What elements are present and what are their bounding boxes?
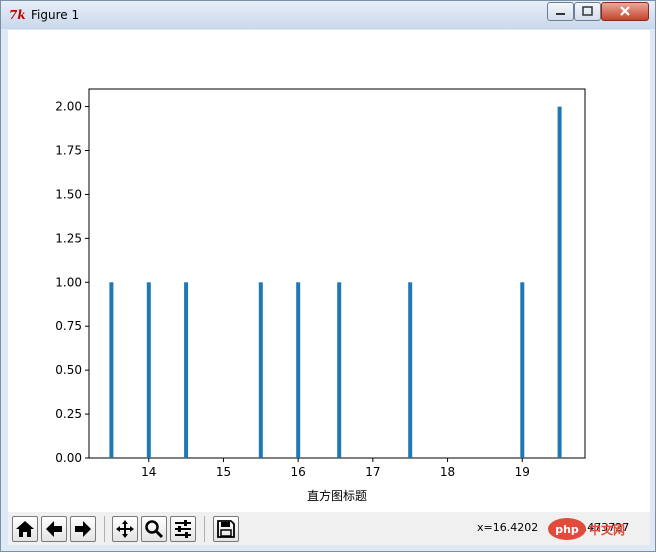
plot-area [88,88,586,459]
arrow-left-icon [46,521,62,537]
x-axis-label: 直方图标题 [307,488,367,503]
y-tick-label: 0.50 [55,363,82,377]
x-tick-label: 17 [365,465,380,479]
configure-subplots-button[interactable] [170,516,196,542]
x-tick-label: 18 [440,465,455,479]
histogram-bar [408,282,413,458]
y-tick-label: 1.25 [55,231,82,245]
window-title: Figure 1 [31,8,80,22]
y-tick-label: 0.25 [55,407,82,421]
pan-button[interactable] [112,516,138,542]
y-tick-label: 1.00 [55,275,82,289]
histogram-chart[interactable]: 14 15 16 17 18 19 0.00 0.25 0.50 0.75 1.00 1.25 1.5… [8,30,650,512]
toolbar-separator [204,516,205,542]
y-tick-label: 0.75 [55,319,82,333]
y-tick-label: 0.00 [55,451,82,465]
svg-text:中文网: 中文网 [589,522,625,537]
figure-canvas[interactable]: 14 15 16 17 18 19 0.00 0.25 0.50 0.75 1.00 1.25 1.5… [8,30,650,545]
x-tick-label: 14 [141,465,156,479]
forward-button[interactable] [70,516,96,542]
histogram-bar [109,282,114,458]
histogram-bar [337,282,342,458]
histogram-bar [296,282,301,458]
figure-window: 7k Figure 1 14 15 16 17 18 19 0.00 0.25 0.50 0.7… [0,0,656,552]
home-button[interactable] [12,516,38,542]
x-tick-label: 19 [515,465,530,479]
x-tick-label: 16 [291,465,306,479]
magnifier-icon [145,520,164,539]
sliders-icon [175,520,191,538]
y-tick-label: 1.75 [55,144,82,158]
back-button[interactable] [41,516,67,542]
home-icon [16,521,34,537]
tk-icon: 7k [9,8,26,22]
histogram-bar [146,282,151,458]
maximize-button[interactable] [574,2,601,21]
save-button[interactable] [213,516,239,542]
close-icon [620,6,630,16]
y-tick-label: 1.50 [55,187,82,201]
title-bar[interactable]: 7k Figure 1 [1,1,655,29]
histogram-bar [557,106,562,458]
x-coordinate-readout: x=16.4202 [477,521,539,534]
close-button[interactable] [601,2,649,21]
minimize-icon [556,13,565,15]
x-tick-label: 15 [216,465,231,479]
y-tick-label: 2.00 [55,100,82,114]
arrow-right-icon [75,521,91,537]
svg-text:php: php [555,523,579,536]
minimize-button[interactable] [547,2,574,21]
php-watermark-logo: php 中文网 [548,518,625,540]
zoom-button[interactable] [141,516,167,542]
histogram-bar [258,282,263,458]
floppy-icon [217,520,235,538]
histogram-bar [184,282,189,458]
toolbar-separator [104,516,105,542]
maximize-icon [582,6,593,16]
histogram-bar [520,282,525,458]
move-icon [116,520,134,538]
